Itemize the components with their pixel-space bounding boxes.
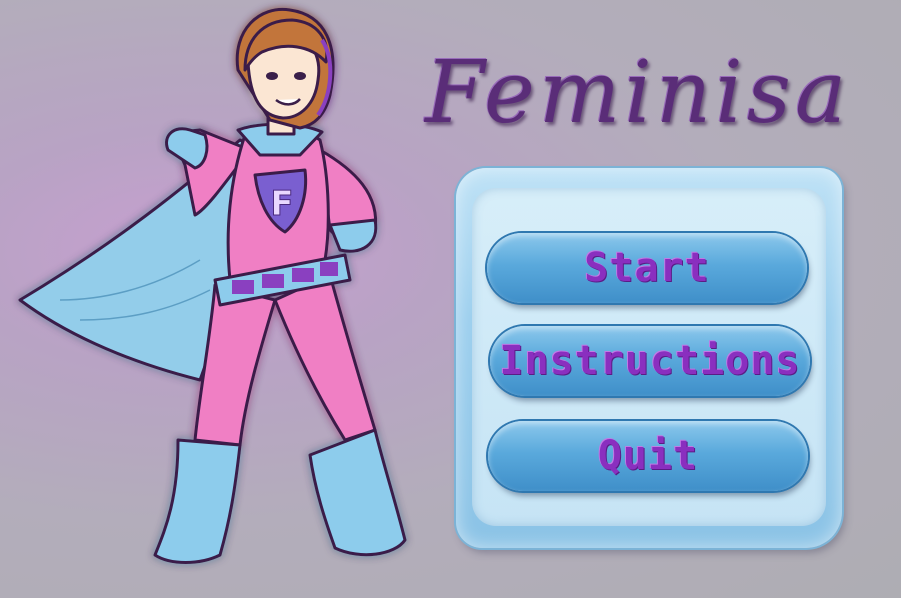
left-boot xyxy=(153,438,242,564)
game-title: Feminisa xyxy=(425,43,851,143)
start-button-label: Start xyxy=(584,245,710,291)
right-boot xyxy=(308,428,407,557)
quit-button-label: Quit xyxy=(597,433,699,479)
hero-character: F xyxy=(18,7,407,564)
instructions-button-label: Instructions xyxy=(499,338,801,384)
instructions-button[interactable]: Instructions xyxy=(490,326,810,396)
start-button[interactable]: Start xyxy=(487,233,807,303)
quit-button[interactable]: Quit xyxy=(488,421,808,491)
emblem-letter: F xyxy=(270,184,293,224)
